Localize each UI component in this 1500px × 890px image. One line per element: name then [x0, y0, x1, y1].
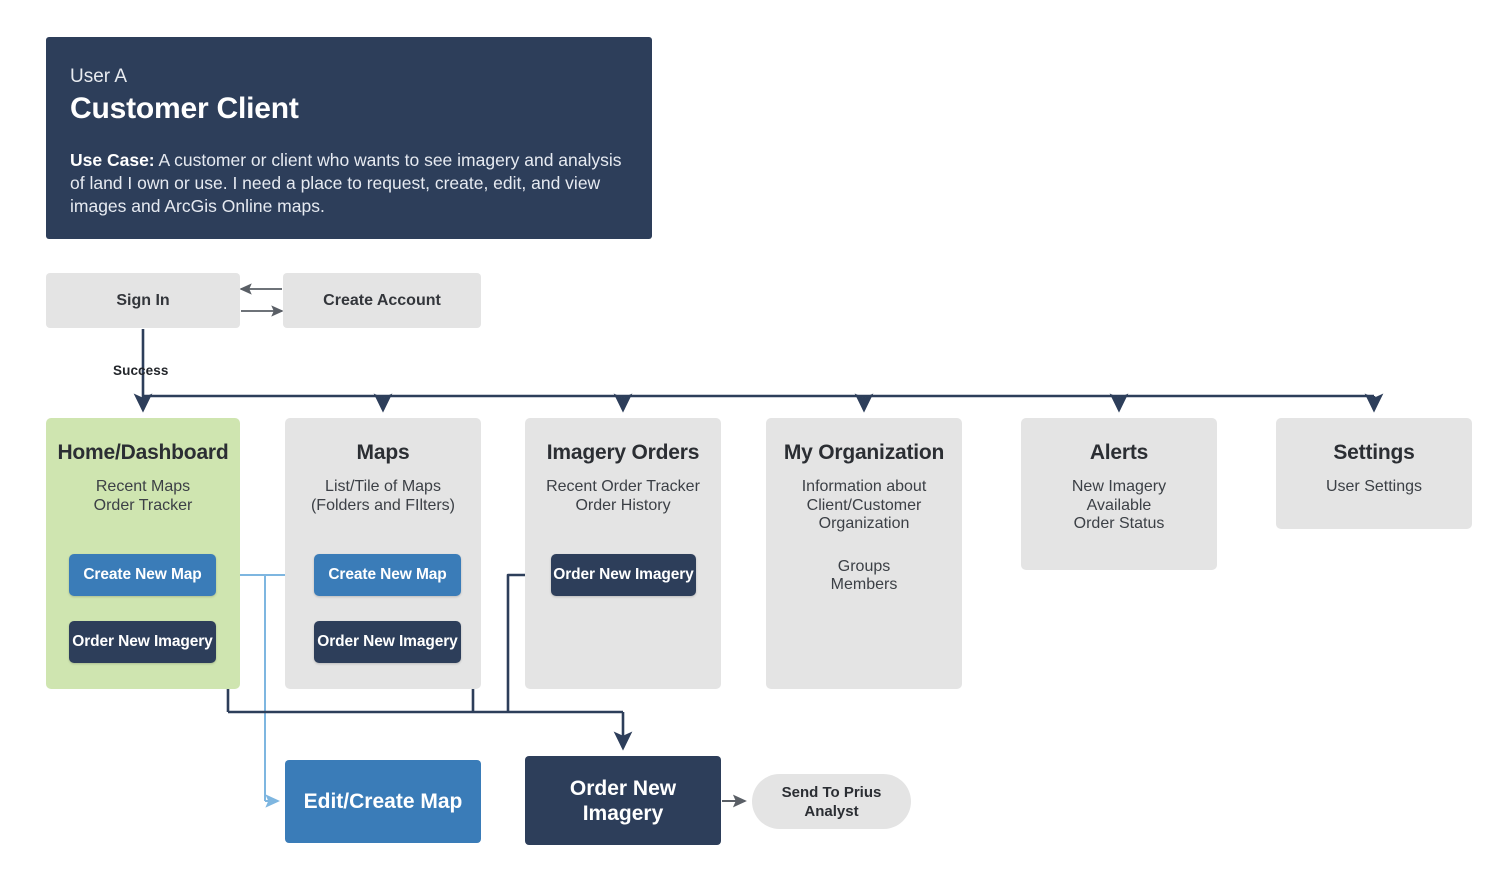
section-title-home: Home/Dashboard	[57, 441, 229, 464]
send-to-prius-analyst-node[interactable]: Send To Prius Analyst	[752, 774, 911, 829]
order-new-imagery-button-home[interactable]: Order New Imagery	[69, 621, 216, 663]
section-subtitle-maps: List/Tile of Maps (Folders and FIlters)	[310, 478, 456, 514]
section-subtitle2-my-organization: Groups Members	[830, 557, 898, 594]
section-subtitle-imagery-orders: Recent Order Tracker Order History	[546, 478, 700, 514]
order-new-imagery-button-imagery-orders[interactable]: Order New Imagery	[551, 554, 696, 596]
section-title-settings: Settings	[1333, 441, 1415, 464]
section-title-alerts: Alerts	[1089, 441, 1149, 464]
persona-use-case: Use Case: A customer or client who wants…	[70, 149, 626, 218]
section-card-alerts[interactable]: Alerts New Imagery Available Order Statu…	[1021, 418, 1217, 570]
create-account-node[interactable]: Create Account	[283, 273, 481, 328]
order-new-imagery-button-maps[interactable]: Order New Imagery	[314, 621, 461, 663]
flowchart-canvas: User A Customer Client Use Case: A custo…	[0, 0, 1500, 890]
edit-create-map-node[interactable]: Edit/Create Map	[285, 760, 481, 843]
sign-in-node[interactable]: Sign In	[46, 273, 240, 328]
order-new-imagery-node[interactable]: Order New Imagery	[525, 756, 721, 845]
create-new-map-button-maps[interactable]: Create New Map	[314, 554, 461, 596]
section-subtitle-home: Recent Maps Order Tracker	[93, 478, 193, 514]
persona-user-label: User A	[70, 66, 128, 87]
section-title-my-organization: My Organization	[783, 441, 945, 464]
persona-card: User A Customer Client Use Case: A custo…	[46, 37, 652, 239]
section-subtitle-alerts: New Imagery Available Order Status	[1071, 478, 1167, 532]
connector-signin-success-bus	[133, 329, 1384, 413]
section-title-imagery-orders: Imagery Orders	[546, 441, 700, 464]
section-subtitle-my-organization: Information about Client/Customer Organi…	[801, 478, 927, 532]
persona-title: Customer Client	[70, 92, 299, 125]
section-subtitle-settings: User Settings	[1325, 478, 1423, 495]
persona-use-case-label: Use Case:	[70, 150, 155, 170]
section-card-my-organization[interactable]: My Organization Information about Client…	[766, 418, 962, 689]
section-title-maps: Maps	[356, 441, 410, 464]
create-new-map-button-home[interactable]: Create New Map	[69, 554, 216, 596]
success-edge-label: Success	[113, 363, 169, 378]
section-card-settings[interactable]: Settings User Settings	[1276, 418, 1472, 529]
